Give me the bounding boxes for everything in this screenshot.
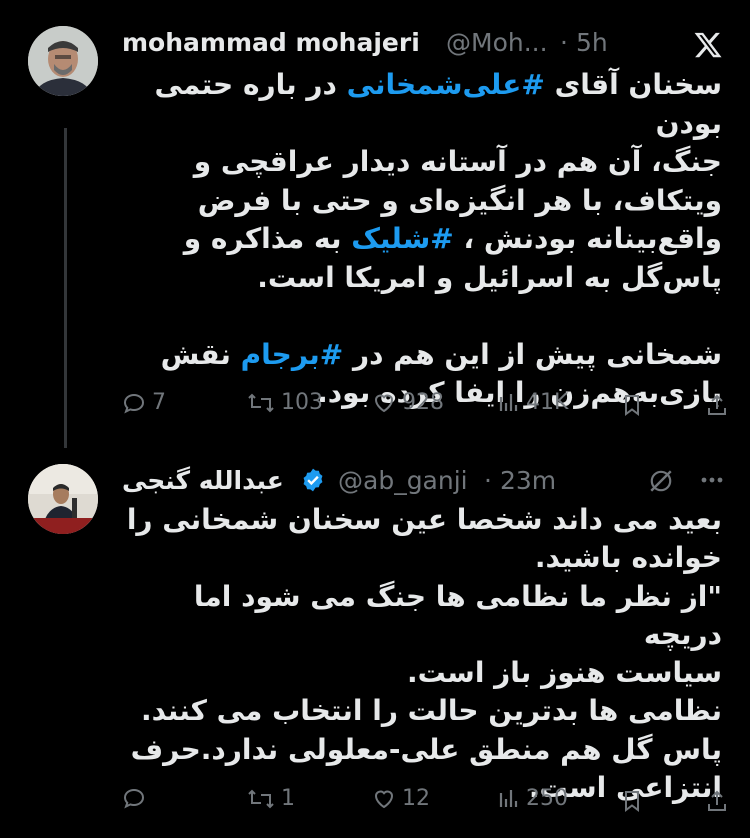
views-button[interactable]: 250 — [498, 786, 568, 811]
dot-separator: · — [484, 466, 492, 495]
tweet-line: خوانده باشید. — [534, 541, 722, 575]
like-count: 12 — [402, 786, 430, 811]
dot-separator: · — [560, 28, 568, 57]
retweet-icon — [248, 393, 274, 412]
views-count: 41K — [526, 390, 569, 415]
x-logo-icon[interactable] — [693, 30, 723, 60]
tweet-actions: 1 12 250 — [122, 786, 732, 816]
retweet-count: 1 — [281, 786, 295, 811]
tweet-line: جنگ، آن هم در آستانه دیدار عراقچی و — [193, 145, 722, 178]
author-name[interactable]: عبدالله گنجی — [122, 466, 284, 495]
like-button[interactable]: 928 — [372, 390, 444, 415]
views-icon — [499, 789, 518, 807]
tweet-line: نظامی ها بدترین حالت را انتخاب می کنند. — [140, 694, 722, 728]
tweet-blank-line — [110, 297, 722, 336]
tweet-line: "از نظر ما نظامی ها جنگ می شود اما دریچه — [193, 579, 722, 651]
hashtag-link[interactable]: #برجام — [241, 338, 344, 371]
tweet-line: واقع‌بینانه بودنش ، #شلیک به مذاکره و — [183, 222, 722, 255]
post-time[interactable]: 5h — [576, 28, 608, 57]
thread-line — [64, 128, 67, 448]
hashtag-link[interactable]: #شلیک — [351, 222, 454, 255]
author-handle[interactable]: @Moh... — [446, 28, 548, 57]
reply-button[interactable] — [122, 786, 152, 810]
tweet-line: سخنان آقای #علی‌شمخانی در باره حتمی بودن — [154, 68, 722, 140]
retweet-button[interactable]: 103 — [247, 390, 323, 415]
tweet-line: سیاست هنوز باز است. — [407, 656, 722, 690]
views-button[interactable]: 41K — [498, 390, 568, 415]
views-count: 250 — [526, 786, 568, 811]
reply-icon — [123, 393, 145, 413]
avatar[interactable] — [28, 26, 98, 96]
heart-icon — [374, 394, 394, 412]
author-handle[interactable]: @ab_ganji — [338, 466, 468, 495]
grok-icon[interactable] — [648, 468, 674, 494]
avatar-photo — [28, 26, 98, 96]
retweet-button[interactable]: 1 — [247, 786, 295, 811]
views-icon — [499, 393, 518, 411]
tweet-line: بعید می داند شخصا عین سخنان شمخانی را — [126, 503, 722, 536]
tweet-line: پاس‌گل به اسرائیل و امریکا است. — [257, 260, 722, 294]
bookmark-icon[interactable] — [622, 393, 642, 417]
reply-icon — [123, 788, 145, 809]
tweet-line: پاس گل هم منطق علی-معلولی ندارد.حرف — [130, 732, 722, 766]
verified-badge-icon — [303, 468, 323, 492]
retweet-count: 103 — [281, 390, 323, 415]
retweet-icon — [248, 789, 274, 808]
tweet-line: شمخانی پیش از این هم در #برجام نقش — [160, 337, 722, 371]
avatar[interactable] — [28, 464, 98, 534]
share-icon[interactable] — [706, 789, 728, 813]
reply-count: 7 — [152, 390, 166, 415]
tweet-text: سخنان آقای #علی‌شمخانی در باره حتمی بودن… — [110, 66, 722, 413]
like-count: 928 — [402, 390, 444, 415]
avatar-photo — [28, 464, 98, 534]
tweet-text: بعید می داند شخصا عین سخنان شمخانی را خو… — [110, 501, 722, 807]
more-options-icon[interactable] — [700, 474, 724, 486]
reply-button[interactable]: 7 — [122, 390, 166, 415]
bookmark-icon[interactable] — [622, 789, 642, 813]
hashtag-link[interactable]: #علی‌شمخانی — [347, 68, 545, 101]
author-name[interactable]: mohammad mohajeri — [122, 28, 420, 57]
like-button[interactable]: 12 — [372, 786, 430, 811]
tweet-actions: 7 103 928 41K — [122, 390, 732, 420]
post-time[interactable]: 23m — [500, 466, 556, 495]
share-icon[interactable] — [706, 393, 728, 417]
tweet-line: ویتکاف، با هر انگیزه‌ای و حتی با فرض — [197, 183, 722, 217]
heart-icon — [374, 790, 394, 808]
